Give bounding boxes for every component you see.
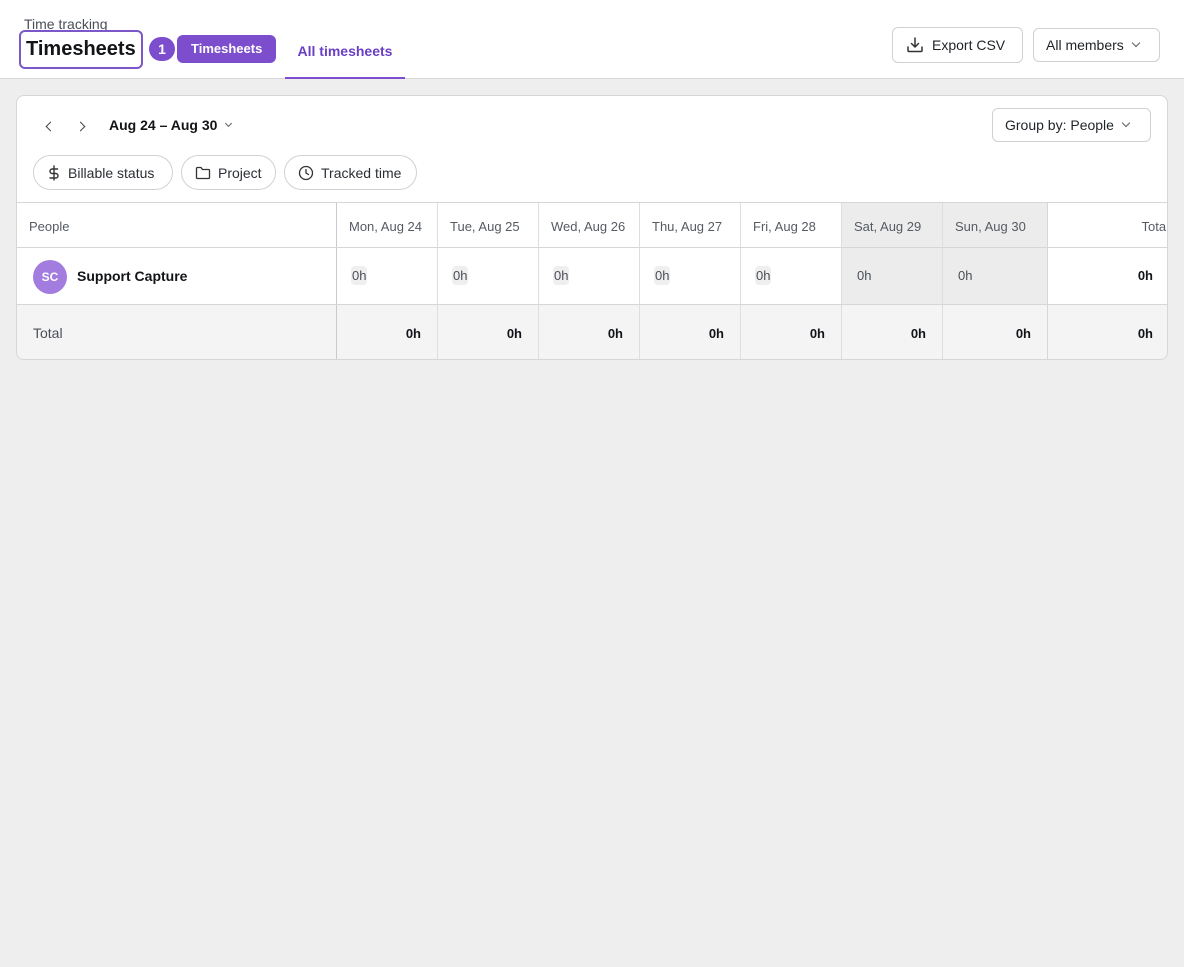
count-badge: 1	[149, 37, 175, 61]
time-entry[interactable]: 0h	[856, 266, 872, 285]
time-entry[interactable]: 0h	[755, 266, 772, 285]
day-total-value: 0h	[708, 326, 724, 341]
day-total-value: 0h	[1015, 326, 1031, 341]
next-week-button[interactable]	[73, 116, 93, 136]
chevron-down-icon	[1131, 38, 1141, 48]
day-header-label: Thu, Aug 27	[652, 219, 723, 234]
day-header: Fri, Aug 28	[741, 203, 842, 248]
time-entry[interactable]: 0h	[351, 266, 368, 285]
table-row: SC Support Capture 0h 0h 0h 0h 0h 0h 0h …	[17, 247, 1167, 305]
time-entry[interactable]: 0h	[654, 266, 671, 285]
totals-row: Total 0h 0h 0h 0h 0h 0h 0h 0h	[17, 304, 1167, 359]
day-total-cell: 0h	[438, 305, 539, 359]
folder-icon	[195, 166, 211, 179]
filter-label: Tracked time	[321, 164, 402, 181]
person-name[interactable]: Support Capture	[77, 268, 187, 284]
export-csv-button[interactable]: Export CSV	[892, 27, 1023, 63]
row-total-value: 0h	[1137, 268, 1153, 283]
filter-billable-status[interactable]: Billable status	[33, 155, 173, 190]
day-total-value: 0h	[405, 326, 421, 341]
day-total-cell: 0h	[943, 305, 1048, 359]
day-header: Sat, Aug 29	[842, 203, 943, 248]
clock-icon	[298, 165, 314, 180]
total-column-header: Total	[1048, 203, 1168, 248]
tab-all-timesheets[interactable]: All timesheets	[285, 30, 405, 79]
chevron-down-icon	[225, 119, 233, 127]
total-header-label: Total	[1141, 219, 1168, 234]
chevron-right-icon	[75, 121, 86, 132]
day-total-value: 0h	[607, 326, 623, 341]
day-total-cell: 0h	[640, 305, 741, 359]
previous-week-button[interactable]	[39, 116, 59, 136]
day-entry-cell[interactable]: 0h	[842, 248, 943, 305]
members-dropdown[interactable]: All members	[1033, 28, 1160, 62]
chevron-down-icon	[1121, 118, 1131, 128]
day-header-label: Wed, Aug 26	[551, 219, 626, 234]
group-by-dropdown[interactable]: Group by: People	[992, 108, 1151, 142]
day-header: Thu, Aug 27	[640, 203, 741, 248]
day-header-label: Sat, Aug 29	[854, 219, 922, 234]
day-header: Wed, Aug 26	[539, 203, 640, 248]
table-header-row: People Mon, Aug 24 Tue, Aug 25 Wed, Aug …	[17, 202, 1168, 248]
day-total-value: 0h	[910, 326, 926, 341]
day-header: Mon, Aug 24	[337, 203, 438, 248]
day-header-label: Tue, Aug 25	[450, 219, 520, 234]
day-total-value: 0h	[809, 326, 825, 341]
day-entry-cell[interactable]: 0h	[741, 248, 842, 305]
avatar: SC	[33, 260, 67, 294]
time-entry[interactable]: 0h	[452, 266, 469, 285]
date-range-label: Aug 24 – Aug 30	[109, 117, 218, 133]
filter-label: Project	[218, 164, 262, 181]
day-entry-cell[interactable]: 0h	[943, 248, 1048, 305]
tab-timesheets[interactable]: Timesheets	[177, 35, 277, 63]
person-cell[interactable]: SC Support Capture	[17, 248, 337, 305]
day-header: Tue, Aug 25	[438, 203, 539, 248]
totals-label: Total	[33, 325, 63, 341]
day-entry-cell[interactable]: 0h	[640, 248, 741, 305]
day-header-label: Fri, Aug 28	[753, 219, 816, 234]
download-icon	[907, 37, 923, 53]
filter-label: Billable status	[68, 164, 155, 181]
time-entry[interactable]: 0h	[553, 266, 570, 285]
day-total-cell: 0h	[539, 305, 640, 359]
filter-tracked-time[interactable]: Tracked time	[284, 155, 417, 190]
grand-total-value: 0h	[1137, 326, 1153, 341]
day-total-cell: 0h	[337, 305, 438, 359]
row-total-cell: 0h	[1048, 248, 1167, 305]
members-label: All members	[1046, 37, 1124, 53]
page-header: Time tracking Timesheets 1 Timesheets Al…	[0, 0, 1184, 79]
filter-project[interactable]: Project	[181, 155, 276, 190]
page-title: Timesheets	[19, 30, 143, 69]
day-header-label: Mon, Aug 24	[349, 219, 422, 234]
export-csv-label: Export CSV	[932, 37, 1006, 53]
day-entry-cell[interactable]: 0h	[539, 248, 640, 305]
day-total-value: 0h	[506, 326, 522, 341]
day-total-cell: 0h	[842, 305, 943, 359]
people-column-header: People	[17, 203, 337, 248]
chevron-left-icon	[45, 121, 56, 132]
timesheet-card: Aug 24 – Aug 30 Group by: People Billabl…	[16, 95, 1168, 360]
date-range-picker[interactable]: Aug 24 – Aug 30	[109, 116, 233, 134]
group-by-label: Group by: People	[1005, 117, 1114, 133]
day-entry-cell[interactable]: 0h	[337, 248, 438, 305]
people-header-label: People	[29, 219, 70, 234]
day-header-label: Sun, Aug 30	[955, 219, 1026, 234]
day-header: Sun, Aug 30	[943, 203, 1048, 248]
day-entry-cell[interactable]: 0h	[438, 248, 539, 305]
grand-total-cell: 0h	[1048, 305, 1167, 359]
dollar-icon	[49, 164, 59, 181]
totals-label-cell: Total	[17, 305, 337, 359]
time-entry[interactable]: 0h	[957, 266, 973, 285]
day-total-cell: 0h	[741, 305, 842, 359]
